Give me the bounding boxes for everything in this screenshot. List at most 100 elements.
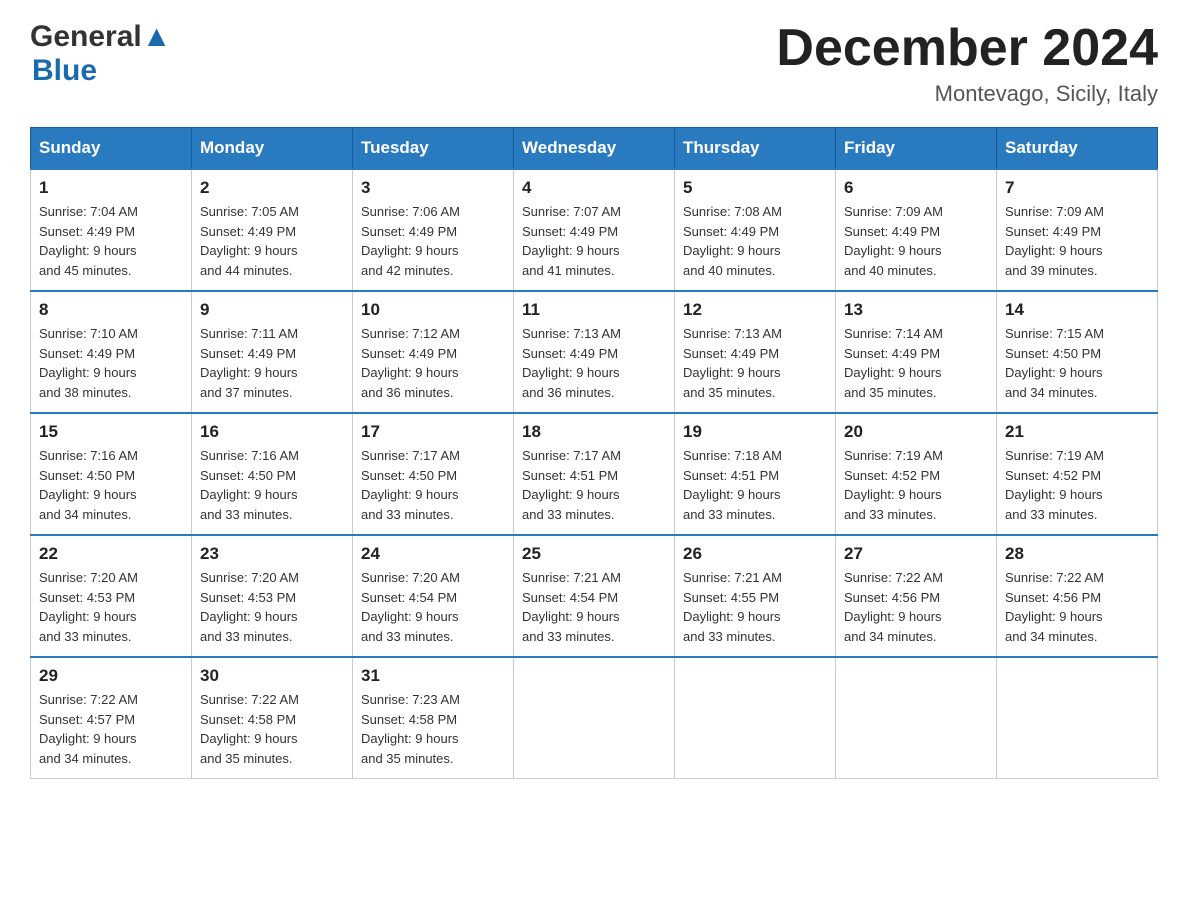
day-info: Sunrise: 7:20 AMSunset: 4:53 PMDaylight:… — [39, 568, 183, 646]
day-number: 23 — [200, 544, 344, 564]
day-number: 2 — [200, 178, 344, 198]
day-info: Sunrise: 7:12 AMSunset: 4:49 PMDaylight:… — [361, 324, 505, 402]
day-info: Sunrise: 7:17 AMSunset: 4:51 PMDaylight:… — [522, 446, 666, 524]
empty-cell — [514, 657, 675, 779]
calendar-day: 1 Sunrise: 7:04 AMSunset: 4:49 PMDaylight… — [31, 169, 192, 291]
calendar-day: 24Sunrise: 7:20 AMSunset: 4:54 PMDayligh… — [353, 535, 514, 657]
day-number: 13 — [844, 300, 988, 320]
calendar-day: 22 Sunrise: 7:20 AMSunset: 4:53 PMDayligh… — [31, 535, 192, 657]
calendar-day: 20 Sunrise: 7:19 AMSunset: 4:52 PMDayligh… — [836, 413, 997, 535]
day-number: 30 — [200, 666, 344, 686]
day-number: 11 — [522, 300, 666, 320]
day-info: Sunrise: 7:04 AMSunset: 4:49 PMDaylight:… — [39, 202, 183, 280]
day-number: 29 — [39, 666, 183, 686]
day-number: 25 — [522, 544, 666, 564]
day-number: 26 — [683, 544, 827, 564]
calendar-day: 29Sunrise: 7:22 AMSunset: 4:57 PMDayligh… — [31, 657, 192, 779]
day-info: Sunrise: 7:19 AMSunset: 4:52 PMDaylight:… — [844, 446, 988, 524]
day-info: Sunrise: 7:15 AMSunset: 4:50 PMDaylight:… — [1005, 324, 1149, 402]
day-header-friday: Friday — [836, 128, 997, 170]
empty-cell — [836, 657, 997, 779]
day-info: Sunrise: 7:22 AMSunset: 4:56 PMDaylight:… — [844, 568, 988, 646]
day-number: 18 — [522, 422, 666, 442]
logo-blue-text: Blue — [32, 54, 97, 87]
calendar-day: 13 Sunrise: 7:14 AMSunset: 4:49 PMDayligh… — [836, 291, 997, 413]
day-info: Sunrise: 7:13 AMSunset: 4:49 PMDaylight:… — [522, 324, 666, 402]
logo: General▲ Blue — [30, 20, 171, 88]
day-number: 16 — [200, 422, 344, 442]
calendar-day: 17Sunrise: 7:17 AMSunset: 4:50 PMDayligh… — [353, 413, 514, 535]
calendar-day: 2 Sunrise: 7:05 AMSunset: 4:49 PMDaylight… — [192, 169, 353, 291]
day-number: 22 — [39, 544, 183, 564]
day-number: 19 — [683, 422, 827, 442]
empty-cell — [997, 657, 1158, 779]
day-header-thursday: Thursday — [675, 128, 836, 170]
calendar-week-row: 1 Sunrise: 7:04 AMSunset: 4:49 PMDaylight… — [31, 169, 1158, 291]
calendar-week-row: 22 Sunrise: 7:20 AMSunset: 4:53 PMDayligh… — [31, 535, 1158, 657]
day-info: Sunrise: 7:20 AMSunset: 4:53 PMDaylight:… — [200, 568, 344, 646]
day-info: Sunrise: 7:11 AMSunset: 4:49 PMDaylight:… — [200, 324, 344, 402]
calendar-day: 3 Sunrise: 7:06 AMSunset: 4:49 PMDaylight… — [353, 169, 514, 291]
calendar-day: 15Sunrise: 7:16 AMSunset: 4:50 PMDayligh… — [31, 413, 192, 535]
calendar-day: 16 Sunrise: 7:16 AMSunset: 4:50 PMDayligh… — [192, 413, 353, 535]
day-info: Sunrise: 7:21 AMSunset: 4:54 PMDaylight:… — [522, 568, 666, 646]
page-header: General▲ Blue December 2024 Montevago, S… — [30, 20, 1158, 107]
day-number: 4 — [522, 178, 666, 198]
calendar-day: 6Sunrise: 7:09 AMSunset: 4:49 PMDaylight… — [836, 169, 997, 291]
day-header-monday: Monday — [192, 128, 353, 170]
day-number: 10 — [361, 300, 505, 320]
day-header-wednesday: Wednesday — [514, 128, 675, 170]
calendar-day: 18 Sunrise: 7:17 AMSunset: 4:51 PMDayligh… — [514, 413, 675, 535]
calendar-day: 30 Sunrise: 7:22 AMSunset: 4:58 PMDayligh… — [192, 657, 353, 779]
day-number: 28 — [1005, 544, 1149, 564]
calendar-day: 23 Sunrise: 7:20 AMSunset: 4:53 PMDayligh… — [192, 535, 353, 657]
calendar-day: 27Sunrise: 7:22 AMSunset: 4:56 PMDayligh… — [836, 535, 997, 657]
logo-general-text: General▲ — [30, 20, 171, 54]
calendar-day: 21 Sunrise: 7:19 AMSunset: 4:52 PMDayligh… — [997, 413, 1158, 535]
day-number: 3 — [361, 178, 505, 198]
day-number: 31 — [361, 666, 505, 686]
calendar-day: 25 Sunrise: 7:21 AMSunset: 4:54 PMDayligh… — [514, 535, 675, 657]
calendar-week-row: 8Sunrise: 7:10 AMSunset: 4:49 PMDaylight… — [31, 291, 1158, 413]
calendar-day: 10 Sunrise: 7:12 AMSunset: 4:49 PMDayligh… — [353, 291, 514, 413]
calendar-day: 31 Sunrise: 7:23 AMSunset: 4:58 PMDayligh… — [353, 657, 514, 779]
day-info: Sunrise: 7:10 AMSunset: 4:49 PMDaylight:… — [39, 324, 183, 402]
day-info: Sunrise: 7:22 AMSunset: 4:56 PMDaylight:… — [1005, 568, 1149, 646]
day-info: Sunrise: 7:16 AMSunset: 4:50 PMDaylight:… — [200, 446, 344, 524]
calendar-day: 9Sunrise: 7:11 AMSunset: 4:49 PMDaylight… — [192, 291, 353, 413]
day-info: Sunrise: 7:06 AMSunset: 4:49 PMDaylight:… — [361, 202, 505, 280]
calendar-day: 7Sunrise: 7:09 AMSunset: 4:49 PMDaylight… — [997, 169, 1158, 291]
calendar-week-row: 15Sunrise: 7:16 AMSunset: 4:50 PMDayligh… — [31, 413, 1158, 535]
day-header-saturday: Saturday — [997, 128, 1158, 170]
day-info: Sunrise: 7:08 AMSunset: 4:49 PMDaylight:… — [683, 202, 827, 280]
day-number: 1 — [39, 178, 183, 198]
calendar-day: 5 Sunrise: 7:08 AMSunset: 4:49 PMDaylight… — [675, 169, 836, 291]
calendar-day: 14 Sunrise: 7:15 AMSunset: 4:50 PMDayligh… — [997, 291, 1158, 413]
day-info: Sunrise: 7:09 AMSunset: 4:49 PMDaylight:… — [1005, 202, 1149, 280]
day-info: Sunrise: 7:16 AMSunset: 4:50 PMDaylight:… — [39, 446, 183, 524]
month-title: December 2024 — [776, 20, 1158, 77]
day-info: Sunrise: 7:07 AMSunset: 4:49 PMDaylight:… — [522, 202, 666, 280]
calendar-table: SundayMondayTuesdayWednesdayThursdayFrid… — [30, 127, 1158, 779]
calendar-day: 11 Sunrise: 7:13 AMSunset: 4:49 PMDayligh… — [514, 291, 675, 413]
day-number: 21 — [1005, 422, 1149, 442]
calendar-day: 12Sunrise: 7:13 AMSunset: 4:49 PMDayligh… — [675, 291, 836, 413]
calendar-day: 8Sunrise: 7:10 AMSunset: 4:49 PMDaylight… — [31, 291, 192, 413]
day-info: Sunrise: 7:05 AMSunset: 4:49 PMDaylight:… — [200, 202, 344, 280]
day-info: Sunrise: 7:17 AMSunset: 4:50 PMDaylight:… — [361, 446, 505, 524]
day-header-sunday: Sunday — [31, 128, 192, 170]
day-info: Sunrise: 7:14 AMSunset: 4:49 PMDaylight:… — [844, 324, 988, 402]
day-number: 20 — [844, 422, 988, 442]
calendar-day: 19Sunrise: 7:18 AMSunset: 4:51 PMDayligh… — [675, 413, 836, 535]
day-info: Sunrise: 7:22 AMSunset: 4:58 PMDaylight:… — [200, 690, 344, 768]
day-info: Sunrise: 7:20 AMSunset: 4:54 PMDaylight:… — [361, 568, 505, 646]
day-info: Sunrise: 7:19 AMSunset: 4:52 PMDaylight:… — [1005, 446, 1149, 524]
title-area: December 2024 Montevago, Sicily, Italy — [776, 20, 1158, 107]
day-number: 5 — [683, 178, 827, 198]
calendar-day: 28 Sunrise: 7:22 AMSunset: 4:56 PMDayligh… — [997, 535, 1158, 657]
day-number: 14 — [1005, 300, 1149, 320]
day-info: Sunrise: 7:23 AMSunset: 4:58 PMDaylight:… — [361, 690, 505, 768]
calendar-week-row: 29Sunrise: 7:22 AMSunset: 4:57 PMDayligh… — [31, 657, 1158, 779]
location: Montevago, Sicily, Italy — [776, 81, 1158, 107]
day-info: Sunrise: 7:09 AMSunset: 4:49 PMDaylight:… — [844, 202, 988, 280]
